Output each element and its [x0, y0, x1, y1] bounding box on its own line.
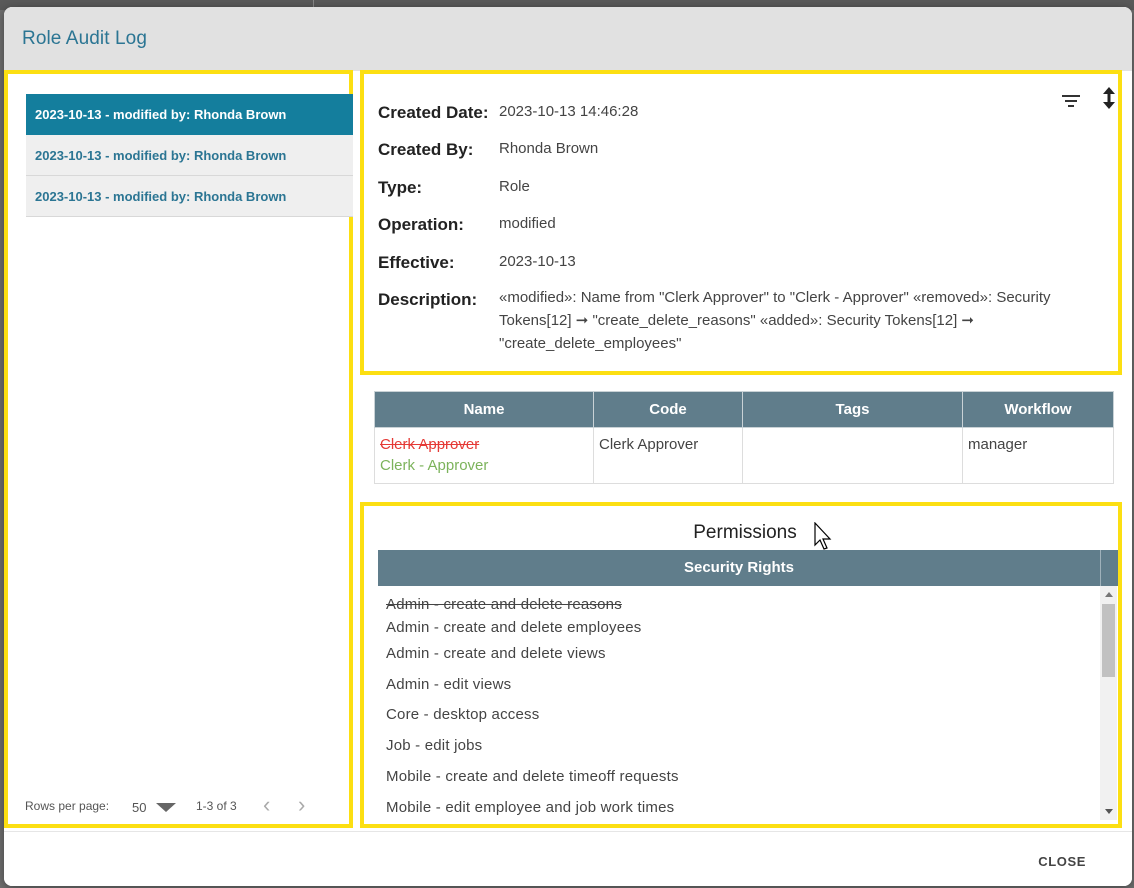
column-header-code[interactable]: Code	[593, 391, 743, 428]
list-item: Core - desktop access	[386, 706, 540, 723]
table-row: Clerk Approver Clerk - Approver Clerk Ap…	[374, 427, 1114, 484]
vertical-scrollbar[interactable]	[1100, 586, 1117, 820]
sort-vertical-icon[interactable]	[1102, 86, 1116, 110]
close-button[interactable]: CLOSE	[1038, 854, 1086, 869]
name-cell: Clerk Approver Clerk - Approver	[374, 427, 594, 484]
tags-cell	[742, 427, 963, 484]
list-item: Admin - create and delete views	[386, 645, 606, 662]
dropdown-caret-icon[interactable]	[156, 803, 176, 812]
header-scroll-spacer	[1100, 550, 1118, 586]
effective-value: 2023-10-13	[499, 253, 576, 270]
audit-detail-panel: Created Date: 2023-10-13 14:46:28 Create…	[360, 70, 1122, 375]
audit-entry[interactable]: 2023-10-13 - modified by: Rhonda Brown	[26, 94, 353, 135]
scroll-up-arrow-icon[interactable]	[1105, 592, 1113, 597]
chevron-left-icon[interactable]: ‹	[263, 794, 270, 816]
column-header-name[interactable]: Name	[374, 391, 594, 428]
dialog-header: Role Audit Log	[4, 7, 1132, 71]
description-value: «modified»: Name from "Clerk Approver" t…	[499, 289, 1051, 352]
operation-label: Operation:	[378, 215, 464, 234]
list-item: Admin - create and delete employees	[386, 619, 642, 636]
filter-icon[interactable]	[1061, 93, 1081, 109]
created-date-label: Created Date:	[378, 103, 489, 122]
chevron-right-icon[interactable]: ›	[298, 794, 305, 816]
dialog-title: Role Audit Log	[22, 28, 147, 49]
column-header-workflow[interactable]: Workflow	[962, 391, 1114, 428]
scroll-down-arrow-icon[interactable]	[1105, 809, 1113, 814]
role-audit-log-dialog: Role Audit Log 2023-10-13 - modified by:…	[4, 7, 1132, 886]
created-by-value: Rhonda Brown	[499, 140, 599, 157]
column-header-tags[interactable]: Tags	[742, 391, 963, 428]
list-item: Admin - create and delete reasons	[386, 596, 622, 613]
audit-entry[interactable]: 2023-10-13 - modified by: Rhonda Brown	[26, 135, 353, 176]
list-item: Job - edit jobs	[386, 737, 483, 754]
operation-value: modified	[499, 215, 556, 232]
permissions-title: Permissions	[693, 522, 797, 543]
workflow-cell: manager	[962, 427, 1114, 484]
security-rights-header[interactable]: Security Rights	[378, 550, 1100, 586]
page-range: 1-3 of 3	[196, 799, 237, 813]
permissions-panel: Permissions Security Rights Admin - crea…	[360, 502, 1122, 828]
mouse-cursor-icon	[814, 522, 832, 550]
rows-per-page-select[interactable]: 50	[132, 800, 146, 815]
list-item: Mobile - edit employee and job work time…	[386, 799, 675, 816]
role-changes-table: Name Code Tags Workflow Clerk Approver C…	[374, 391, 1114, 484]
name-new-value: Clerk - Approver	[380, 457, 489, 474]
effective-label: Effective:	[378, 253, 455, 272]
type-label: Type:	[378, 178, 423, 197]
list-item: Admin - edit views	[386, 676, 512, 693]
name-old-value: Clerk Approver	[380, 436, 480, 453]
list-item: Mobile - create and delete timeoff reque…	[386, 768, 679, 785]
pagination: Rows per page: 50 1-3 of 3 ‹ ›	[25, 794, 345, 818]
audit-entry-list: 2023-10-13 - modified by: Rhonda Brown 2…	[26, 94, 353, 217]
scrollbar-thumb[interactable]	[1102, 604, 1115, 677]
audit-entries-panel: 2023-10-13 - modified by: Rhonda Brown 2…	[4, 70, 353, 828]
audit-entry[interactable]: 2023-10-13 - modified by: Rhonda Brown	[26, 176, 353, 217]
created-by-label: Created By:	[378, 140, 474, 159]
type-value: Role	[499, 178, 530, 195]
description-label: Description:	[378, 290, 478, 309]
security-rights-list: Admin - create and delete reasons Admin …	[378, 586, 1100, 820]
created-date-value: 2023-10-13 14:46:28	[499, 103, 639, 120]
rows-per-page-label: Rows per page:	[25, 799, 110, 813]
code-cell: Clerk Approver	[593, 427, 743, 484]
dialog-footer: CLOSE	[4, 831, 1132, 886]
